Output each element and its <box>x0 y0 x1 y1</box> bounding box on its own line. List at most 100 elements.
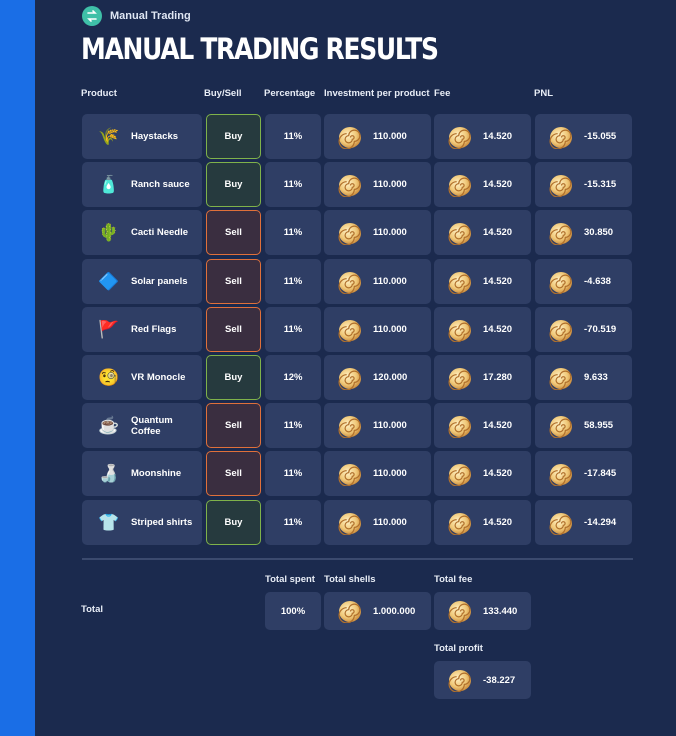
fee-cell: 14.520 <box>434 403 531 448</box>
pnl-value: -15.055 <box>584 131 617 142</box>
product-name: Moonshine <box>131 468 182 479</box>
investment-value: 110.000 <box>373 276 407 287</box>
percentage-cell: 11% <box>265 259 321 304</box>
shell-icon <box>549 221 573 245</box>
investment-value: 110.000 <box>373 517 407 528</box>
shell-icon <box>448 511 472 535</box>
percentage-value: 11% <box>283 179 303 190</box>
shell-icon <box>448 414 472 438</box>
col-product: Product <box>81 88 117 99</box>
solar-panels-icon: 🔷 <box>98 271 120 291</box>
total-fee-cell: 133.440 <box>434 592 531 630</box>
pnl-value: -17.845 <box>584 468 617 479</box>
percentage-cell: 12% <box>265 355 321 400</box>
investment-cell: 110.000 <box>324 259 431 304</box>
shell-icon <box>549 318 573 342</box>
product-name: Striped shirts <box>131 517 193 528</box>
col-fee: Fee <box>434 88 451 99</box>
investment-value: 110.000 <box>373 420 407 431</box>
total-profit-label: Total profit <box>434 643 483 654</box>
pnl-value: 30.850 <box>584 227 614 238</box>
percentage-cell: 11% <box>265 403 321 448</box>
quantum-coffee-icon: ☕ <box>98 415 120 435</box>
side-badge: Sell <box>206 403 261 448</box>
percentage-cell: 11% <box>265 210 321 255</box>
pnl-cell: -15.315 <box>535 162 632 207</box>
total-label: Total <box>81 604 103 615</box>
pnl-value: 9.633 <box>584 372 608 383</box>
investment-value: 110.000 <box>373 179 407 190</box>
product-cell: 🧐 VR Monocle <box>82 355 202 400</box>
total-spent-value: 100% <box>280 605 306 617</box>
side-badge: Buy <box>206 355 261 400</box>
shell-icon <box>338 414 362 438</box>
fee-cell: 14.520 <box>434 451 531 496</box>
red-flag-icon: 🚩 <box>98 319 120 339</box>
fee-value: 14.520 <box>483 517 513 528</box>
shell-icon <box>549 173 573 197</box>
investment-cell: 110.000 <box>324 114 431 159</box>
fee-cell: 14.520 <box>434 162 531 207</box>
cacti-needle-icon: 🌵 <box>98 222 120 242</box>
total-fee-label: Total fee <box>434 574 473 585</box>
app-name: Manual Trading <box>110 10 191 22</box>
pnl-cell: -17.845 <box>535 451 632 496</box>
percentage-value: 12% <box>283 372 303 383</box>
shell-icon <box>549 270 573 294</box>
percentage-value: 11% <box>283 468 303 479</box>
side-label: Sell <box>225 227 242 238</box>
shell-icon <box>448 366 472 390</box>
shell-icon <box>549 125 573 149</box>
shell-icon <box>338 270 362 294</box>
fee-cell: 14.520 <box>434 210 531 255</box>
shell-icon <box>549 414 573 438</box>
fee-cell: 14.520 <box>434 114 531 159</box>
product-cell: 🌾 Haystacks <box>82 114 202 159</box>
product-name: Ranch sauce <box>131 179 190 190</box>
percentage-value: 11% <box>283 420 303 431</box>
shell-icon <box>448 173 472 197</box>
pnl-cell: 9.633 <box>535 355 632 400</box>
percentage-cell: 11% <box>265 114 321 159</box>
fee-value: 14.520 <box>483 324 513 335</box>
percentage-cell: 11% <box>265 162 321 207</box>
col-side: Buy/Sell <box>204 88 242 99</box>
percentage-cell: 11% <box>265 500 321 545</box>
investment-cell: 110.000 <box>324 210 431 255</box>
striped-shirt-icon: 👕 <box>98 512 120 532</box>
side-label: Buy <box>224 517 243 528</box>
side-badge: Buy <box>206 114 261 159</box>
side-badge: Sell <box>206 451 261 496</box>
shell-icon <box>448 125 472 149</box>
side-badge: Sell <box>206 259 261 304</box>
ranch-sauce-icon: 🧴 <box>98 174 120 194</box>
pnl-cell: -4.638 <box>535 259 632 304</box>
fee-value: 14.520 <box>483 179 513 190</box>
pnl-cell: 30.850 <box>535 210 632 255</box>
side-badge: Sell <box>206 210 261 255</box>
investment-cell: 110.000 <box>324 403 431 448</box>
side-label: Buy <box>224 131 243 142</box>
fee-cell: 14.520 <box>434 307 531 352</box>
product-cell: 🍶 Moonshine <box>82 451 202 496</box>
investment-value: 110.000 <box>373 227 407 238</box>
pnl-cell: -14.294 <box>535 500 632 545</box>
manual-trading-icon <box>82 6 102 26</box>
pnl-value: -14.294 <box>584 517 617 528</box>
shell-icon <box>338 366 362 390</box>
side-label: Sell <box>225 468 242 479</box>
side-badge: Buy <box>206 500 261 545</box>
col-pnl: PNL <box>534 88 553 99</box>
investment-value: 110.000 <box>373 324 407 335</box>
pnl-value: 58.955 <box>584 420 614 431</box>
fee-value: 14.520 <box>483 227 513 238</box>
shell-icon <box>338 221 362 245</box>
shell-icon <box>338 125 362 149</box>
investment-value: 110.000 <box>373 468 407 479</box>
fee-value: 17.280 <box>483 372 513 383</box>
fee-value: 14.520 <box>483 131 513 142</box>
product-cell: 🌵 Cacti Needle <box>82 210 202 255</box>
side-label: Buy <box>224 372 243 383</box>
total-fee-value: 133.440 <box>483 605 518 617</box>
fee-value: 14.520 <box>483 276 513 287</box>
